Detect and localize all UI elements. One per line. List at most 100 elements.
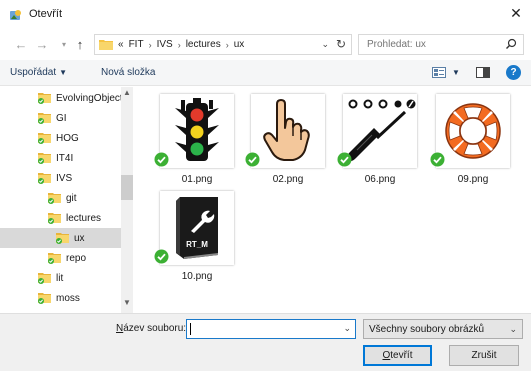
search-input[interactable] [359,35,489,54]
file-item-09[interactable]: 09.png [429,89,517,187]
filename-label-text: ázev souboru: [123,323,187,334]
filename-field[interactable]: ⌄ [186,319,356,339]
folder-icon [38,113,51,124]
nav-item-label: GI [56,112,67,124]
nav-item-moss[interactable]: moss [0,288,121,308]
title-bar: Otevřít ✕ [0,0,531,30]
text-caret [190,323,191,335]
file-name: 02.png [272,174,304,185]
nav-scrollbar-thumb[interactable] [121,175,133,200]
chevron-down-icon[interactable]: ⌄ [509,324,517,335]
nav-item-git[interactable]: git [0,188,121,208]
screwdriver-icon [346,99,416,162]
back-arrow-icon[interactable]: ← [13,36,29,52]
file-item-02[interactable]: 02.png [244,89,332,187]
file-name: 01.png [181,174,213,185]
file-thumbnail [436,94,510,168]
file-thumbnail [251,94,325,168]
scroll-down-arrow-icon[interactable]: ▼ [121,298,133,310]
file-thumbnail [160,94,234,168]
file-list[interactable]: 01.png 02.png 06.png 09.png RT_M 10.png [134,87,531,313]
search-icon[interactable] [505,38,517,50]
nav-item-label: lectures [66,212,102,224]
file-name: 09.png [457,174,489,185]
folder-icon [38,173,51,184]
nav-item-it4i[interactable]: IT4I [0,148,121,168]
command-bar: Uspořádat ▼ Nová složka ▼ ? [0,60,531,86]
chevron-down-icon: ▼ [59,68,68,77]
forward-arrow-icon[interactable]: → [34,36,50,52]
filename-label: Název souboru: [116,323,186,334]
help-icon[interactable]: ? [506,65,521,80]
change-view-icon[interactable] [432,67,446,78]
organize-button[interactable]: Uspořádat ▼ [10,67,67,78]
folder-icon [38,153,51,164]
lifebuoy-icon [445,103,501,159]
search-box[interactable] [358,34,524,55]
nav-item-lit[interactable]: lit [0,268,121,288]
scroll-up-arrow-icon[interactable]: ▲ [121,88,133,100]
file-name: 06.png [364,174,396,185]
nav-item-label: EvolvingObject [56,92,121,104]
pointing-hand-icon [263,99,310,161]
organize-label: Uspořádat [10,67,57,78]
nav-item-label: HOG [56,132,79,144]
chevron-right-icon[interactable]: › [226,40,229,50]
sync-check-icon [154,152,169,167]
view-dropdown-icon[interactable]: ▼ [452,68,460,77]
nav-item-ux[interactable]: ux [0,228,121,248]
nav-item-label: git [66,192,77,204]
traffic-light-icon [175,98,219,161]
app-icon [10,10,21,20]
nav-item-repo[interactable]: repo [0,248,121,268]
filetype-value: Všechny soubory obrázků [369,324,485,335]
rtm-manual-icon: RT_M [176,197,218,259]
address-bar[interactable]: « FIT › IVS › lectures › ux ⌄ ↻ [94,34,352,55]
file-item-10[interactable]: RT_M 10.png [153,186,241,284]
folder-icon [56,233,69,244]
file-item-01[interactable]: 01.png [153,89,241,187]
up-arrow-icon[interactable]: ↑ [72,36,88,52]
filetype-select[interactable]: Všechny soubory obrázků ⌄ [363,319,523,339]
open-button[interactable]: Otevřít [363,345,432,366]
chevron-right-icon[interactable]: › [149,40,152,50]
nav-item-label: moss [56,292,80,304]
breadcrumb-ux[interactable]: ux [234,39,245,50]
folder-icon [38,133,51,144]
nav-item-evolvingobject[interactable]: EvolvingObject [0,88,121,108]
navigation-pane[interactable]: EvolvingObject GI HOG IT4I IVS git lectures ux r… [0,87,133,313]
filename-input[interactable] [187,320,337,338]
folder-icon [38,93,51,104]
folder-icon [48,253,61,264]
nav-item-label: IT4I [56,152,74,164]
nav-scrollbar[interactable] [121,87,133,313]
nav-item-label: ux [74,232,85,244]
nav-item-label: lit [56,272,64,284]
close-icon[interactable]: ✕ [501,0,531,26]
recent-dropdown-icon[interactable]: ▾ [56,36,72,52]
nav-item-hog[interactable]: HOG [0,128,121,148]
sync-check-icon [337,152,352,167]
address-row: ← → ▾ ↑ « FIT › IVS › lectures › ux ⌄ ↻ [0,32,531,58]
folder-icon [99,40,113,50]
folder-icon [38,293,51,304]
new-folder-button[interactable]: Nová složka [101,67,155,78]
preview-pane-icon[interactable] [476,67,490,78]
breadcrumb-overflow[interactable]: « [118,39,124,50]
breadcrumb-fit[interactable]: FIT [129,39,144,50]
chevron-down-icon[interactable]: ⌄ [343,323,351,334]
breadcrumb-ivs[interactable]: IVS [157,39,173,50]
sync-check-icon [154,249,169,264]
cancel-button[interactable]: Zrušit [449,345,519,366]
refresh-icon[interactable]: ↻ [336,37,346,51]
svg-text:RT_M: RT_M [186,240,208,249]
nav-item-lectures[interactable]: lectures [0,208,121,228]
file-item-06[interactable]: 06.png [336,89,424,187]
nav-item-ivs[interactable]: IVS [0,168,121,188]
nav-item-gi[interactable]: GI [0,108,121,128]
chevron-down-icon[interactable]: ⌄ [321,39,329,50]
breadcrumb-lectures[interactable]: lectures [186,39,221,50]
chevron-right-icon[interactable]: › [178,40,181,50]
folder-icon [48,213,61,224]
file-thumbnail [343,94,417,168]
